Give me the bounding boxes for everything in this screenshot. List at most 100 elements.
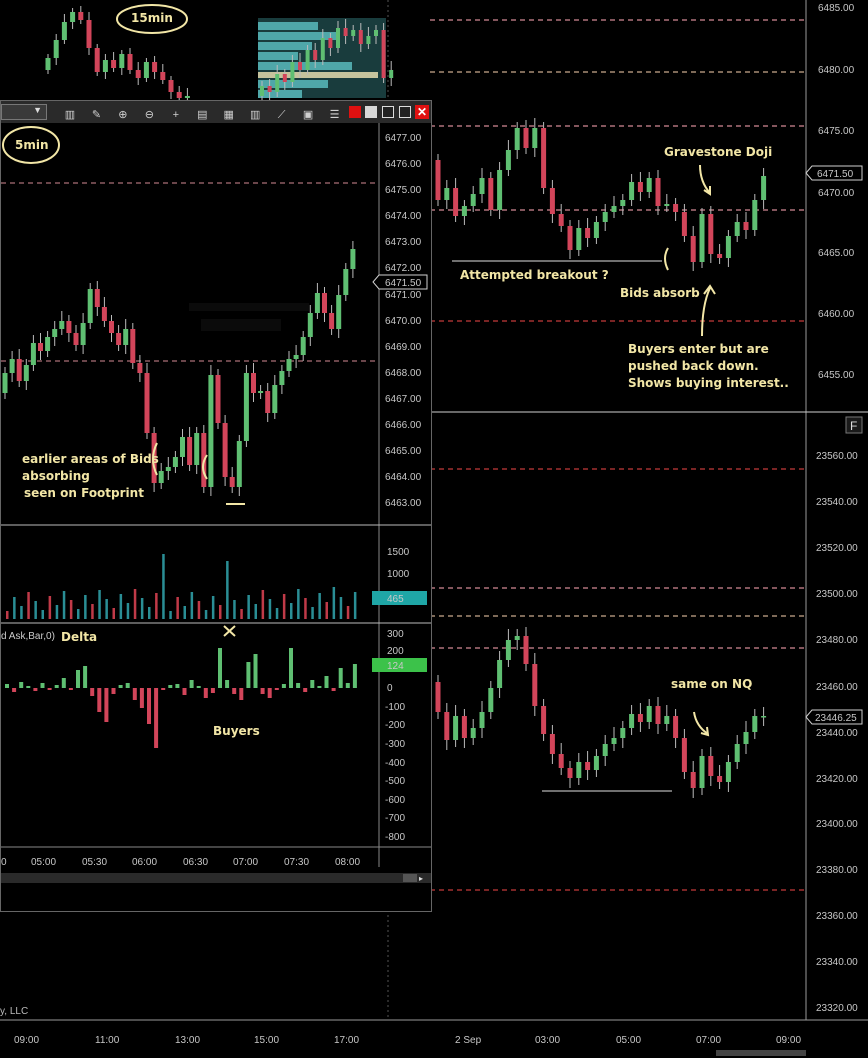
inset-scrollbar[interactable] [1, 873, 431, 883]
scroll-thumb[interactable] [403, 874, 417, 882]
candle-body [336, 28, 340, 48]
candle-body [637, 714, 643, 722]
candle-body [59, 321, 65, 329]
volume-bar [346, 606, 350, 619]
volume-bar [55, 605, 59, 619]
minimize-button[interactable] [365, 106, 377, 118]
volume-bar [162, 554, 165, 619]
candle-body [435, 682, 441, 712]
es-tick: 6470.00 [818, 188, 855, 199]
footer-text: y, LLC [0, 1006, 28, 1017]
delta-bar [267, 688, 272, 698]
candle-body [673, 716, 679, 738]
es-tick: 6480.00 [818, 65, 855, 76]
bars-icon[interactable]: ▥ [248, 108, 262, 122]
delta-bar [139, 688, 144, 708]
nq-tick: 23500.00 [816, 589, 858, 600]
svg-text:465: 465 [387, 594, 404, 605]
candle-body [86, 20, 92, 48]
candle-body [505, 150, 511, 170]
candle-body [488, 688, 494, 712]
volume-bar [311, 607, 314, 619]
candle-body [514, 128, 520, 150]
candle-body [444, 712, 450, 740]
time-tick: 15:00 [254, 1035, 279, 1046]
candle-body [532, 128, 538, 148]
nq-tick: 23320.00 [816, 1003, 858, 1014]
candle-body [453, 188, 459, 216]
delta-bar [125, 683, 130, 688]
delta-bar [210, 688, 215, 693]
close-button[interactable]: ✕ [415, 105, 429, 119]
data-box-icon[interactable]: ▦ [222, 108, 236, 122]
nq-tick: 23400.00 [816, 819, 858, 830]
candle-body [358, 30, 363, 44]
candle-body [620, 200, 626, 206]
properties-icon[interactable]: ▤ [195, 108, 209, 122]
inset-time-tick: 06:00 [132, 857, 157, 868]
earlier-note-line3: seen on Footprint [24, 486, 144, 500]
candle-body [761, 176, 767, 200]
scroll-right-icon[interactable]: ▸ [419, 874, 423, 883]
inset-tick: 6470.00 [385, 316, 422, 327]
buyers-note-line1: Buyers enter but are [628, 342, 769, 356]
inset-5min-window[interactable]: ▼ ▥ ✎ ⊕ ⊖ + ▤ ▦ ▥ ⟋ ▣ ☰ ✕ 6477.00 6476.0… [0, 100, 432, 912]
draw-pencil-icon[interactable]: ✎ [89, 108, 103, 122]
inset-chart[interactable]: 6477.00 6476.00 6475.00 6474.00 6473.00 … [1, 123, 431, 911]
candle-body [305, 50, 310, 70]
candle-body [734, 744, 740, 762]
svg-text:124: 124 [387, 661, 404, 672]
candle-body [168, 80, 174, 92]
volume-bar [148, 607, 151, 619]
candle-body [158, 471, 164, 483]
strategy-icon[interactable]: ⟋ [275, 108, 289, 122]
volume-bar [126, 603, 130, 619]
templates-icon[interactable]: ☰ [328, 108, 342, 122]
delta-bar [111, 688, 116, 694]
candle-body [488, 178, 494, 210]
delta-bar [147, 688, 151, 724]
candle-body [322, 293, 327, 313]
calculator-icon[interactable]: ▣ [301, 108, 315, 122]
panel-f-button[interactable]: F [845, 416, 863, 434]
candle-body [435, 160, 441, 200]
candle-body [541, 706, 547, 734]
delta-tick: 300 [387, 629, 404, 640]
attempted-note: Attempted breakout ? [460, 268, 609, 282]
crosshair-icon[interactable]: + [169, 108, 183, 122]
delta-tick: -100 [385, 702, 405, 713]
candle-body [279, 371, 285, 385]
volume-bar [254, 604, 257, 619]
candle-body [172, 457, 178, 467]
candle-body [479, 178, 485, 194]
volume-bar [332, 587, 336, 619]
candle-body [646, 706, 652, 722]
delta-bar [352, 664, 357, 688]
instrument-dropdown[interactable]: ▼ [1, 104, 47, 120]
candle-body [611, 206, 617, 212]
horizontal-scrollbar[interactable] [716, 1050, 806, 1056]
delta-bar [90, 688, 95, 696]
delta-bar [83, 666, 88, 688]
maximize-button[interactable] [382, 106, 394, 118]
delta-tick: -200 [385, 720, 405, 731]
volume-bar [84, 595, 87, 619]
volume-tick: 1000 [387, 569, 410, 580]
zoom-out-icon[interactable]: ⊖ [142, 108, 156, 122]
svg-text:23446.25: 23446.25 [815, 713, 857, 724]
svg-text:5min: 5min [15, 138, 49, 152]
candle-body [160, 72, 166, 80]
red-link-button[interactable] [349, 106, 361, 118]
candle-body [690, 236, 696, 262]
candle-body [176, 92, 182, 98]
candle-body [743, 732, 749, 744]
candle-body [681, 212, 687, 236]
bar-type-icon[interactable]: ▥ [63, 108, 77, 122]
delta-note: Delta [61, 630, 97, 644]
candle-body [243, 373, 249, 441]
volume-bar [211, 596, 215, 619]
delta-bar [61, 678, 66, 688]
zoom-in-icon[interactable]: ⊕ [116, 108, 130, 122]
restore-button[interactable] [399, 106, 411, 118]
delta-bar [218, 648, 222, 688]
